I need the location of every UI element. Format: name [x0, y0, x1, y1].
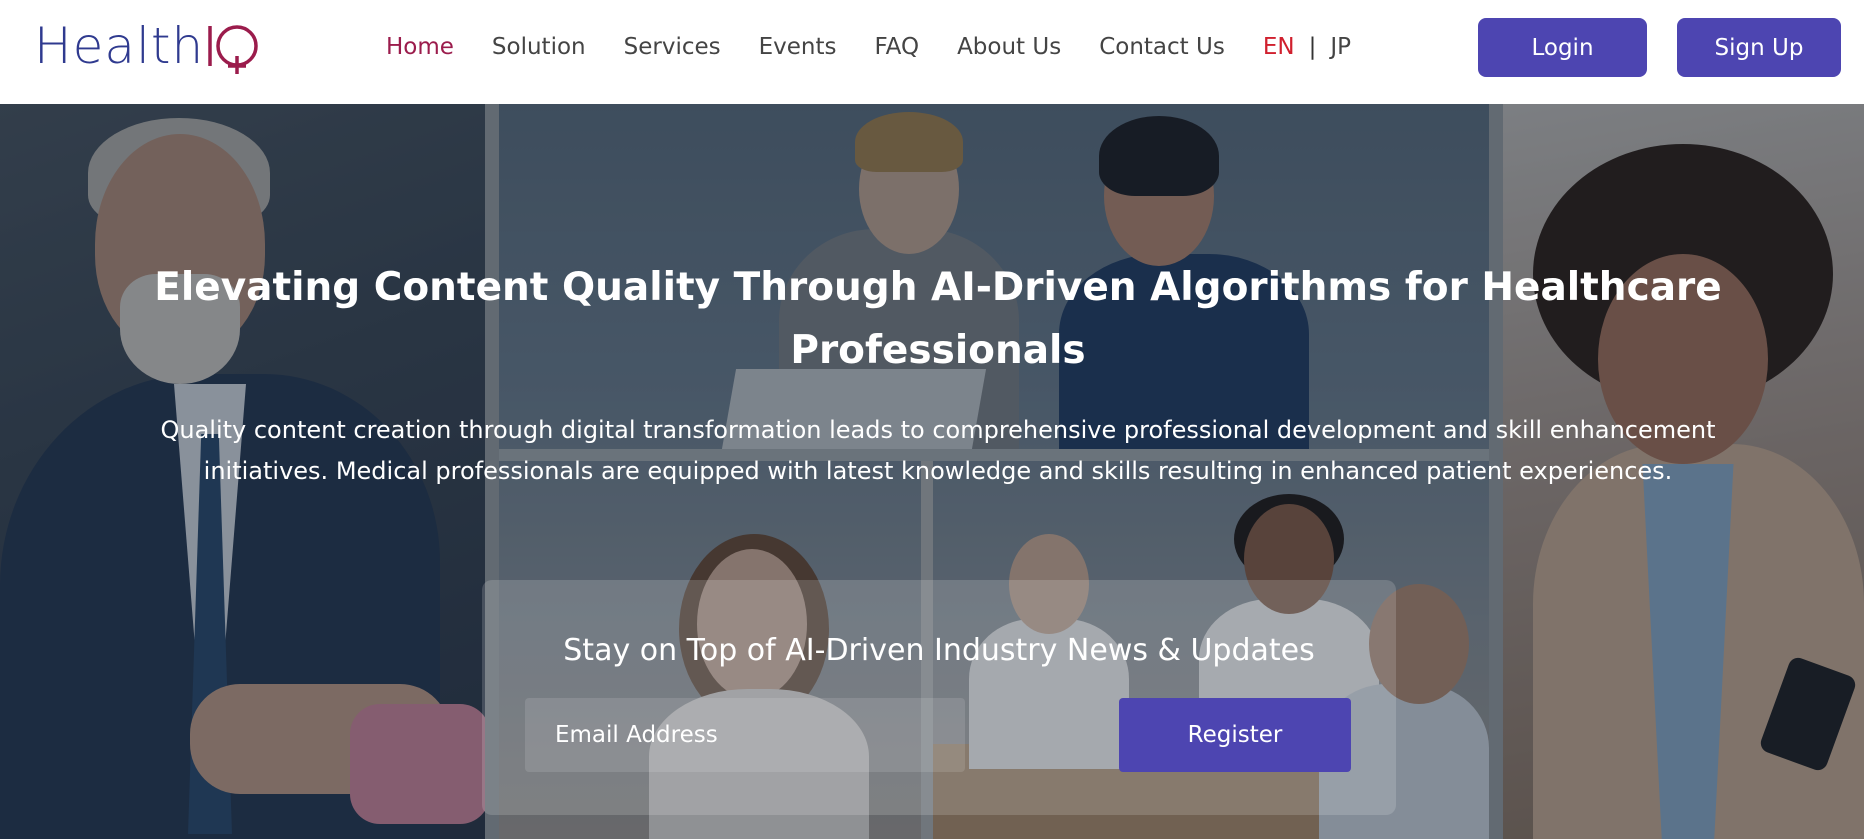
- newsletter-title: Stay on Top of AI-Driven Industry News &…: [563, 633, 1315, 668]
- site-header: Health Home Solution Services Events FAQ…: [0, 0, 1864, 104]
- newsletter-card: Stay on Top of AI-Driven Industry News &…: [482, 580, 1396, 815]
- nav-item-home[interactable]: Home: [386, 30, 454, 64]
- email-field[interactable]: [525, 698, 965, 772]
- health-iq-logo-icon: [206, 16, 264, 76]
- nav-item-services[interactable]: Services: [624, 30, 721, 64]
- nav-item-events[interactable]: Events: [759, 30, 837, 64]
- hero-title: Elevating Content Quality Through AI-Dri…: [154, 265, 1722, 373]
- main-nav: Home Solution Services Events FAQ About …: [386, 30, 1351, 64]
- sign-up-button[interactable]: Sign Up: [1677, 18, 1841, 77]
- register-button[interactable]: Register: [1119, 698, 1351, 772]
- nav-item-about-us[interactable]: About Us: [957, 30, 1061, 64]
- lang-en-link[interactable]: EN: [1263, 30, 1295, 64]
- nav-item-contact-us[interactable]: Contact Us: [1099, 30, 1225, 64]
- hero-section: Elevating Content Quality Through AI-Dri…: [0, 104, 1864, 839]
- hero-description: Quality content creation through digital…: [160, 416, 1716, 485]
- lang-separator: |: [1308, 34, 1317, 60]
- language-switcher: EN | JP: [1263, 30, 1351, 64]
- nav-item-faq[interactable]: FAQ: [875, 30, 920, 64]
- health-iq-logo[interactable]: Health: [34, 16, 264, 76]
- logo-wordmark: Health: [34, 17, 205, 75]
- lang-jp-link[interactable]: JP: [1330, 30, 1351, 64]
- nav-item-solution[interactable]: Solution: [492, 30, 586, 64]
- login-button[interactable]: Login: [1478, 18, 1647, 77]
